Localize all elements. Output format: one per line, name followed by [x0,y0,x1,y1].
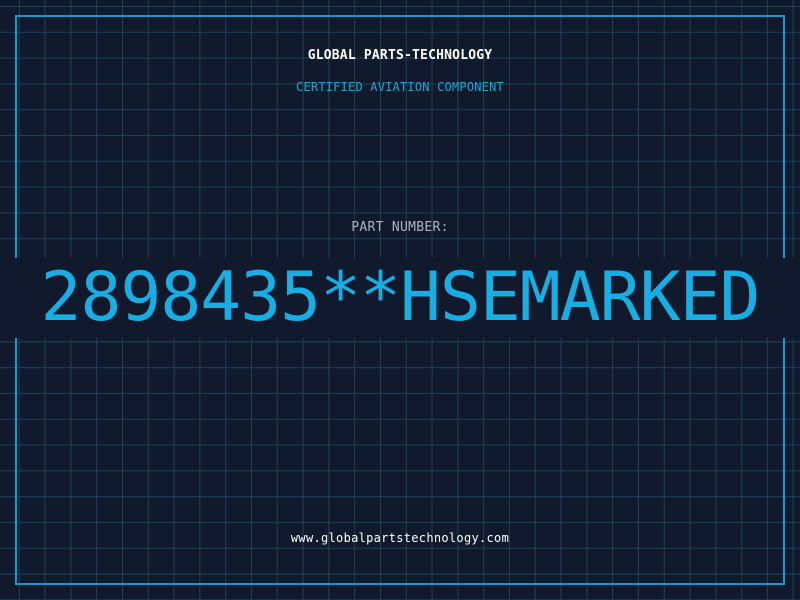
company-name: GLOBAL PARTS-TECHNOLOGY [307,48,493,63]
part-number-value: 2898435**HSEMARKED [40,258,761,337]
website-link[interactable]: www.globalpartstechnology.com [0,531,800,545]
company-tagline: CERTIFIED AVIATION COMPONENT [296,80,504,94]
part-number-band: 2898435**HSEMARKED [0,258,800,338]
part-number-label: PART NUMBER: [351,220,449,235]
